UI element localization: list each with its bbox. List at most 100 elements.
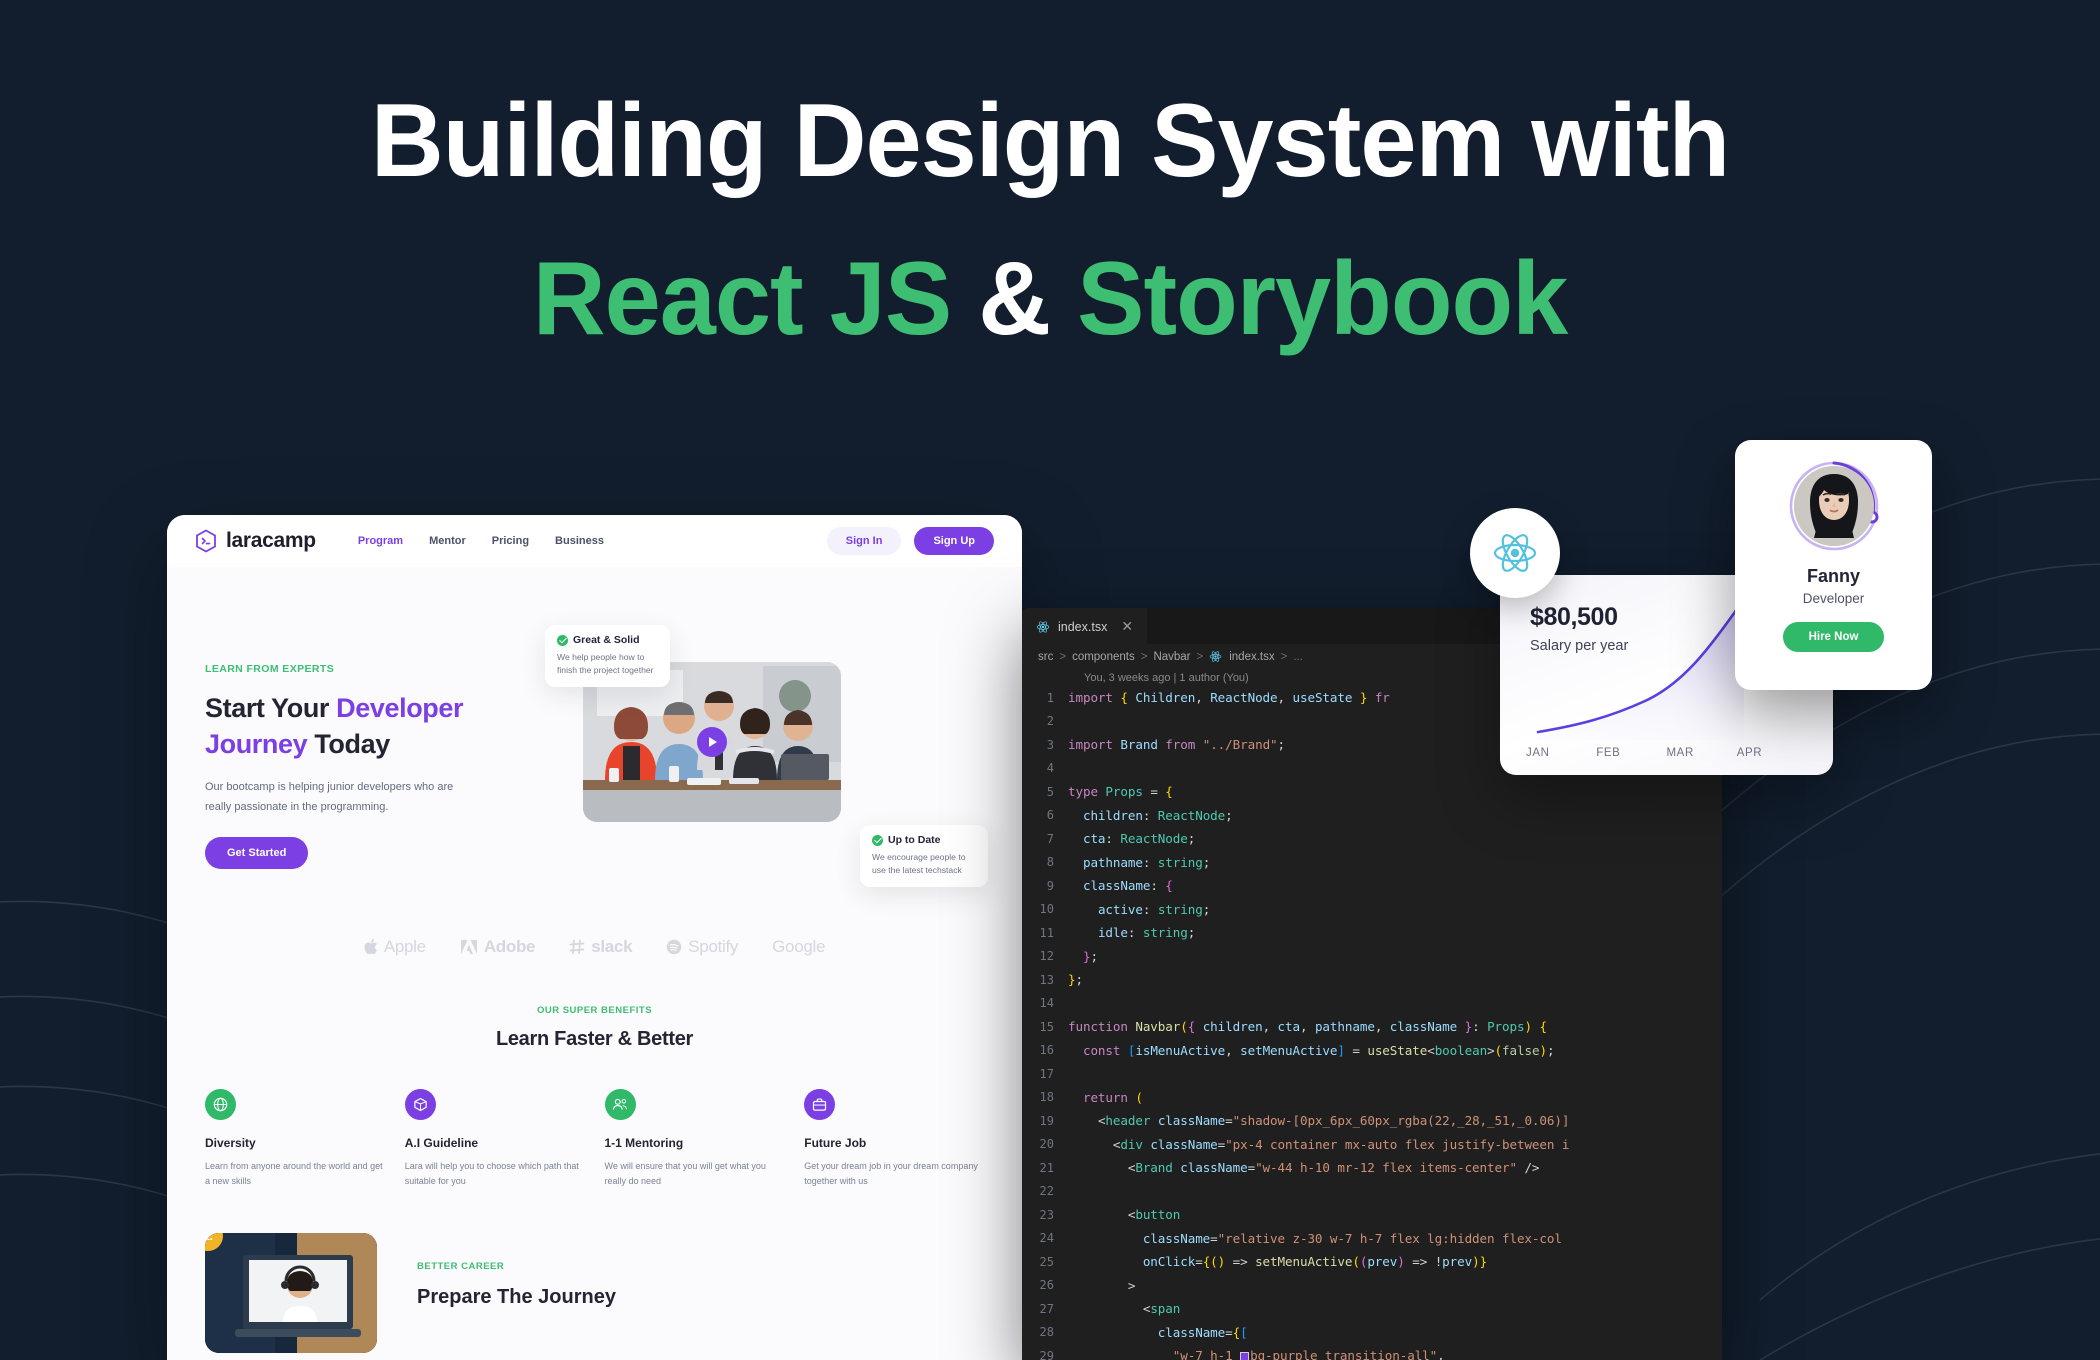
headline-ampersand: &	[978, 241, 1051, 358]
nav-item-program[interactable]: Program	[358, 535, 403, 547]
users-icon	[604, 1088, 636, 1120]
badge-text: We help people how to finish the project…	[557, 652, 654, 676]
hero-eyebrow: LEARN FROM EXPERTS	[205, 663, 335, 675]
hero-title-part2: Today	[307, 728, 390, 759]
line-number: 8	[1046, 855, 1054, 870]
line-number: 5	[1046, 784, 1054, 799]
code-text: const [isMenuActive, setMenuActive] = us…	[1082, 1042, 1555, 1058]
hero-section: LEARN FROM EXPERTS Start Your Developer …	[167, 567, 1022, 887]
hero-media: Great & Solid We help people how to fini…	[545, 625, 988, 887]
code-line: 24 className="relative z-30 w-7 h-7 flex…	[1022, 1227, 1722, 1251]
logo-label: slack	[591, 936, 633, 956]
sign-up-button[interactable]: Sign Up	[914, 527, 994, 555]
code-line: 15 function Navbar({ children, cta, pathn…	[1022, 1015, 1722, 1039]
code-text: children: ReactNode;	[1082, 807, 1233, 823]
benefit-name: 1-1 Mentoring	[604, 1135, 684, 1150]
line-number: 13	[1039, 972, 1054, 987]
code-line: 21 <Brand className="w-44 h-10 mr-12 fle…	[1022, 1156, 1722, 1180]
laptop-call-illustration	[205, 1233, 377, 1354]
benefit-name: Future Job	[804, 1135, 867, 1150]
code-text: <span	[1142, 1301, 1181, 1317]
code-line: 25 onClick={() => setMenuActive((prev) =…	[1022, 1250, 1722, 1274]
code-line: 27 <span	[1022, 1297, 1722, 1321]
sign-in-button[interactable]: Sign In	[826, 527, 902, 555]
benefit-desc: We will ensure that you will get what yo…	[604, 1160, 766, 1187]
code-text: <button	[1127, 1207, 1181, 1223]
badge-great-and-solid: Great & Solid We help people how to fini…	[545, 625, 670, 687]
close-icon[interactable]: ✕	[1121, 618, 1133, 635]
benefit-name: Diversity	[205, 1135, 256, 1150]
chevron-right-icon: >	[1059, 651, 1067, 663]
line-number: 28	[1039, 1325, 1054, 1340]
site-content: LEARN FROM EXPERTS Start Your Developer …	[167, 567, 1022, 1360]
slack-icon	[569, 939, 585, 955]
code-area[interactable]: 1 import { Children, ReactNode, useState …	[1022, 686, 1722, 1360]
chevron-right-icon: >	[1280, 651, 1288, 663]
code-text: active: string;	[1097, 901, 1211, 917]
prepare-photo: 1.	[205, 1233, 377, 1354]
editor-tab-index-tsx[interactable]: index.tsx ✕	[1022, 608, 1148, 644]
salary-label: Salary per year	[1530, 638, 1629, 654]
line-number: 10	[1039, 902, 1054, 917]
logo-adobe: Adobe	[460, 937, 536, 957]
code-text: <header className="shadow-[0px_6px_60px_…	[1097, 1113, 1570, 1129]
code-line: 20 <div className="px-4 container mx-aut…	[1022, 1133, 1722, 1157]
breadcrumb-ellipsis[interactable]: ...	[1293, 651, 1303, 663]
headline-line-1: Building Design System with	[370, 83, 1730, 199]
laracamp-brand[interactable]: laracamp	[195, 529, 316, 553]
code-text: import { Children, ReactNode, useState }…	[1068, 690, 1390, 706]
nav-item-business[interactable]: Business	[555, 535, 604, 547]
code-text: cta: ReactNode;	[1082, 831, 1196, 847]
profile-name: Fanny	[1806, 566, 1860, 586]
editor-tab-label: index.tsx	[1058, 619, 1108, 634]
line-number: 22	[1039, 1184, 1054, 1199]
hero-title-part1: Start Your	[205, 693, 337, 723]
headline-line-2: React JS & Storybook	[32, 246, 2069, 352]
benefit-desc: Learn from anyone around the world and g…	[205, 1160, 383, 1187]
breadcrumb-index-tsx[interactable]: index.tsx	[1229, 651, 1274, 663]
line-number: 15	[1039, 1019, 1054, 1034]
chevron-right-icon: >	[1196, 651, 1204, 663]
check-icon	[557, 634, 568, 646]
headline-react: React JS	[532, 241, 952, 358]
logo-spotify: Spotify	[666, 937, 738, 957]
logo-slack: slack	[569, 936, 633, 957]
line-number: 4	[1046, 761, 1054, 776]
hire-now-button[interactable]: Hire Now	[1782, 622, 1885, 652]
benefits-grid: Diversity Learn from anyone around the w…	[167, 1088, 1022, 1190]
get-started-button[interactable]: Get Started	[205, 836, 309, 869]
badge-up-to-date: Up to Date We encourage people to use th…	[860, 825, 988, 887]
line-number: 27	[1039, 1301, 1054, 1316]
avatar-photo	[1793, 466, 1874, 546]
nav-item-mentor[interactable]: Mentor	[429, 535, 466, 547]
line-number: 14	[1039, 996, 1054, 1011]
line-number: 25	[1039, 1254, 1054, 1269]
breadcrumb-components[interactable]: components	[1072, 651, 1135, 663]
breadcrumb-src[interactable]: src	[1038, 651, 1053, 663]
code-line: 17	[1022, 1062, 1722, 1086]
laracamp-logo-icon	[195, 529, 217, 553]
react-file-icon	[1036, 620, 1050, 634]
briefcase-icon	[804, 1088, 836, 1120]
code-line: 12 };	[1022, 945, 1722, 969]
avatar-ring-wrapper	[1788, 460, 1880, 552]
headline-storybook: Storybook	[1077, 241, 1568, 358]
code-line: 16 const [isMenuActive, setMenuActive] =…	[1022, 1039, 1722, 1063]
poster-headline: Building Design System with React JS & S…	[0, 88, 2100, 352]
nav-item-pricing[interactable]: Pricing	[492, 535, 529, 547]
line-number: 6	[1046, 808, 1054, 823]
code-line: 26 >	[1022, 1274, 1722, 1298]
line-number: 20	[1039, 1137, 1054, 1152]
play-button[interactable]	[697, 727, 727, 757]
line-number: 18	[1039, 1090, 1054, 1105]
code-line: 28 className={[	[1022, 1321, 1722, 1345]
benefit-card-future-job: Future Job Get your dream job in your dr…	[804, 1088, 984, 1190]
breadcrumb-navbar[interactable]: Navbar	[1153, 651, 1190, 663]
benefits-section: OUR SUPER BENEFITS Learn Faster & Better…	[167, 1005, 1022, 1190]
code-text: <div className="px-4 container mx-auto f…	[1112, 1136, 1570, 1152]
code-line: 19 <header className="shadow-[0px_6px_60…	[1022, 1109, 1722, 1133]
benefit-desc: Get your dream job in your dream company…	[804, 1160, 978, 1187]
benefit-desc: Lara will help you to choose which path …	[404, 1160, 579, 1187]
color-swatch	[1240, 1352, 1250, 1360]
code-line: 5 type Props = {	[1022, 780, 1722, 804]
